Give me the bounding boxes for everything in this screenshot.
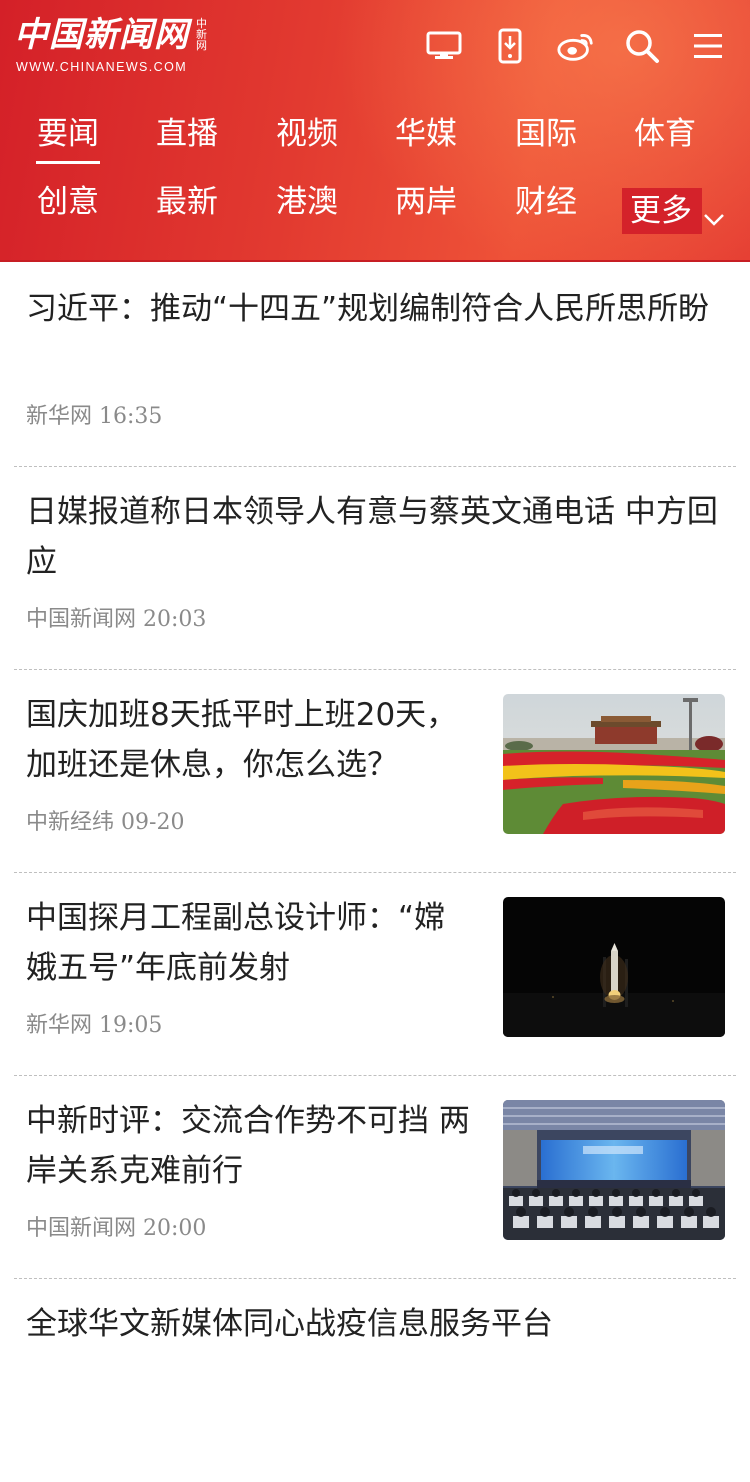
news-meta: 中国新闻网 20:03: [26, 601, 206, 633]
logo-main-text: 中国新闻网: [14, 15, 189, 55]
nav-item-chuangyi[interactable]: 创意: [28, 172, 108, 232]
news-meta: 新华网 16:35: [26, 398, 162, 430]
mobile-download-icon[interactable]: [490, 26, 530, 66]
news-title[interactable]: 日媒报道称日本领导人有意与蔡英文通电话 中方回应: [26, 487, 722, 587]
chevron-down-icon: [702, 198, 726, 244]
news-title[interactable]: 习近平：推动“十四五”规划编制符合人民所思所盼: [26, 284, 722, 334]
site-logo[interactable]: 中国新闻网 中新网 WWW.CHINANEWS.COM: [14, 12, 214, 78]
nav-item-caijing[interactable]: 财经: [506, 172, 586, 232]
search-icon[interactable]: [622, 26, 662, 66]
nav-item-tiyu[interactable]: 体育: [625, 104, 705, 164]
nav-item-huamei[interactable]: 华媒: [386, 104, 466, 164]
nav-more-label: 更多: [630, 193, 692, 229]
nav-item-guoji[interactable]: 国际: [506, 104, 586, 164]
news-list: 习近平：推动“十四五”规划编制符合人民所思所盼 新华网 16:35 日媒报道称日…: [0, 264, 750, 1482]
channel-nav: 要闻 直播 视频 华媒 国际 体育 创意 最新 港澳 两岸 财经 更多: [0, 104, 750, 240]
news-time: 19:05: [99, 1013, 163, 1038]
nav-more-button[interactable]: 更多: [622, 188, 724, 234]
news-title[interactable]: 国庆加班8天抵平时上班20天，加班还是休息，你怎么选？: [26, 690, 476, 790]
news-meta: 中国新闻网 20:00: [26, 1210, 206, 1242]
news-meta: 中新经纬 09-20: [26, 804, 184, 836]
news-source: 中国新闻网: [26, 607, 137, 632]
logo-url-text: WWW.CHINANEWS.COM: [16, 60, 188, 74]
news-time: 16:35: [99, 404, 163, 429]
news-source: 新华网: [26, 404, 93, 429]
news-source: 中国新闻网: [26, 1216, 137, 1241]
logo-side-text: 中新网: [196, 17, 207, 52]
nav-item-liangan[interactable]: 两岸: [386, 172, 466, 232]
news-source: 中新经纬: [26, 810, 115, 835]
news-item[interactable]: 习近平：推动“十四五”规划编制符合人民所思所盼 新华网 16:35: [14, 264, 736, 467]
header-icons: [398, 24, 728, 68]
news-meta: 新华网 19:05: [26, 1007, 162, 1039]
nav-row-1: 要闻 直播 视频 华媒 国际 体育: [0, 104, 750, 172]
menu-icon[interactable]: [688, 26, 728, 66]
nav-item-zhibo[interactable]: 直播: [147, 104, 227, 164]
weibo-icon[interactable]: [556, 26, 596, 66]
news-thumbnail-conference[interactable]: [503, 1100, 725, 1240]
desktop-icon[interactable]: [424, 26, 464, 66]
news-time: 09-20: [121, 810, 185, 835]
news-thumbnail-rocket[interactable]: [503, 897, 725, 1037]
news-item[interactable]: 国庆加班8天抵平时上班20天，加班还是休息，你怎么选？ 中新经纬 09-20: [14, 670, 736, 873]
news-item[interactable]: 日媒报道称日本领导人有意与蔡英文通电话 中方回应 中国新闻网 20:03: [14, 467, 736, 670]
news-source: 新华网: [26, 1013, 93, 1038]
nav-item-yaowen[interactable]: 要闻: [28, 104, 108, 164]
news-time: 20:03: [143, 607, 207, 632]
news-thumbnail-tiananmen[interactable]: [503, 694, 725, 834]
header: 中国新闻网 中新网 WWW.CHINANEWS.COM 要闻 直播 视频 华媒 …: [0, 0, 750, 262]
news-time: 20:00: [143, 1216, 207, 1241]
news-title[interactable]: 中新时评：交流合作势不可挡 两岸关系克难前行: [26, 1096, 476, 1196]
news-title[interactable]: 中国探月工程副总设计师：“嫦娥五号”年底前发射: [26, 893, 476, 993]
nav-item-zuixin[interactable]: 最新: [147, 172, 227, 232]
news-item[interactable]: 全球华文新媒体同心战疫信息服务平台: [14, 1279, 736, 1482]
nav-item-gangao[interactable]: 港澳: [267, 172, 347, 232]
nav-item-shipin[interactable]: 视频: [267, 104, 347, 164]
news-item[interactable]: 中新时评：交流合作势不可挡 两岸关系克难前行 中国新闻网 20:00: [14, 1076, 736, 1279]
news-title[interactable]: 全球华文新媒体同心战疫信息服务平台: [26, 1299, 722, 1349]
news-item[interactable]: 中国探月工程副总设计师：“嫦娥五号”年底前发射 新华网 19:05: [14, 873, 736, 1076]
